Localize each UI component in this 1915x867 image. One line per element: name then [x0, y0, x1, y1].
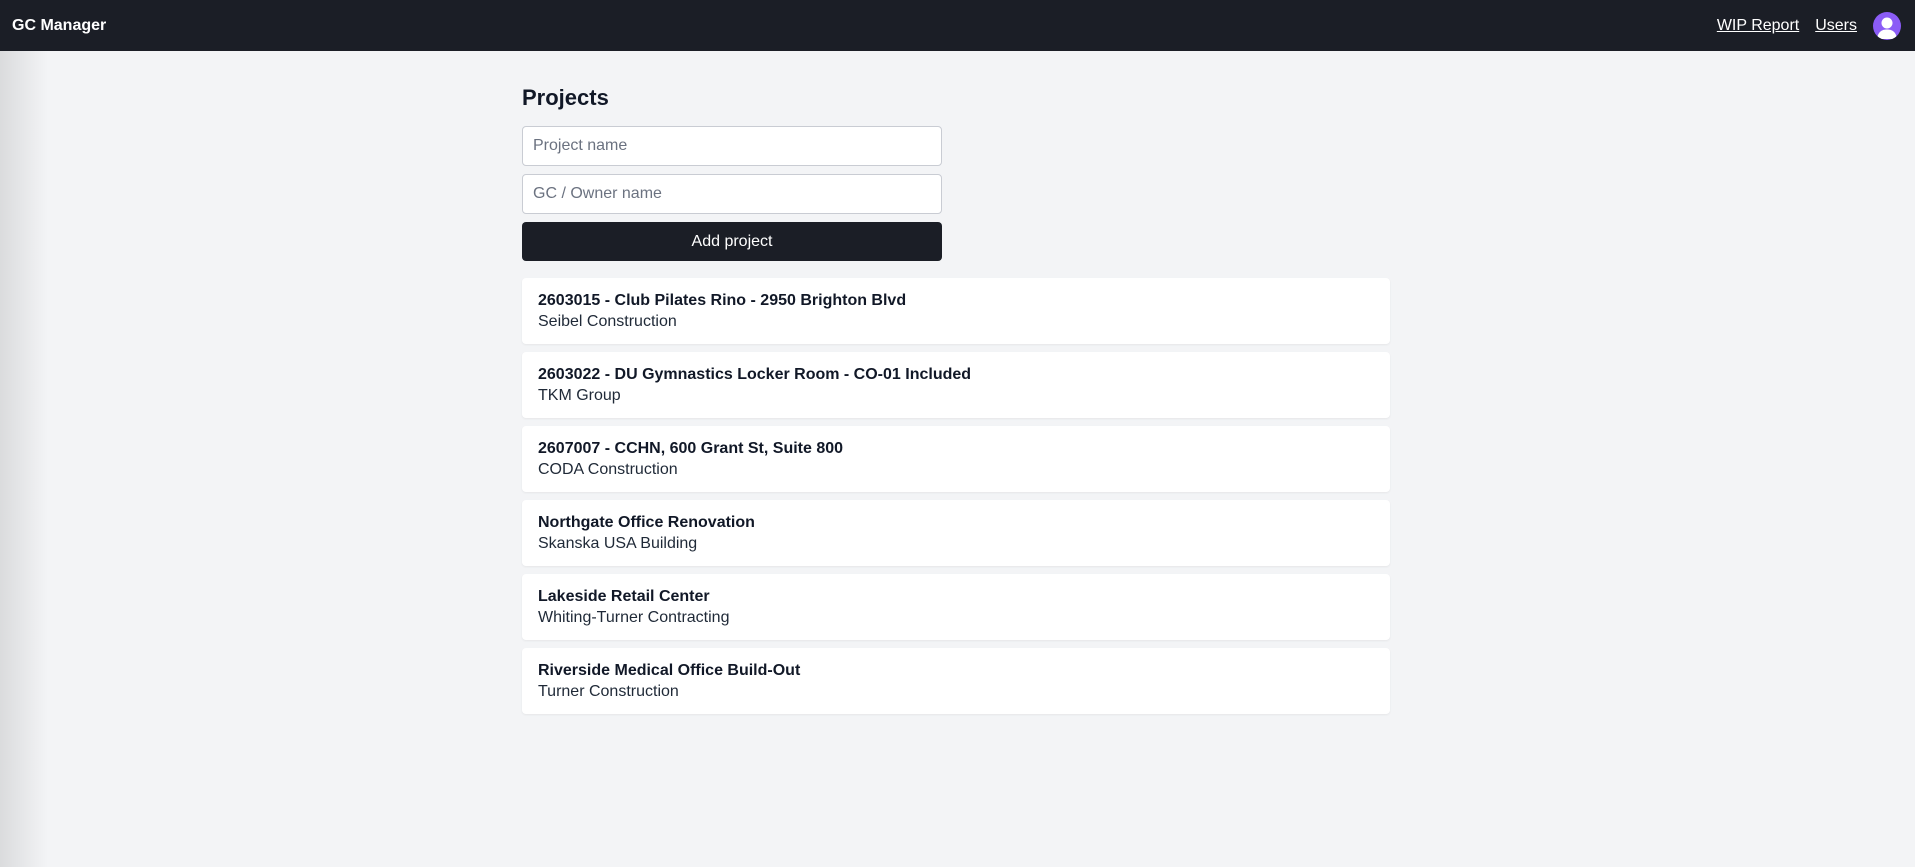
project-card[interactable]: 2603022 - DU Gymnastics Locker Room - CO… — [522, 352, 1390, 418]
nav-link-users[interactable]: Users — [1815, 17, 1857, 35]
left-edge-shadow — [0, 51, 48, 867]
project-name-input[interactable] — [522, 126, 942, 166]
project-card[interactable]: Lakeside Retail Center Whiting-Turner Co… — [522, 574, 1390, 640]
project-owner: Turner Construction — [538, 683, 679, 700]
project-name: Northgate Office Renovation — [538, 514, 755, 531]
project-owner: CODA Construction — [538, 461, 678, 478]
app-brand[interactable]: GC Manager — [12, 17, 106, 35]
page-title: Projects — [522, 85, 609, 110]
project-owner: TKM Group — [538, 387, 621, 404]
project-name: 2607007 - CCHN, 600 Grant St, Suite 800 — [538, 440, 844, 457]
top-navbar: GC Manager WIP Report Users — [0, 0, 1915, 51]
project-owner: Seibel Construction — [538, 313, 677, 330]
project-owner: Whiting-Turner Contracting — [538, 609, 730, 626]
projects-page: Projects Add project 2603015 - Club Pila… — [522, 84, 1390, 722]
nav-links: WIP Report Users — [1717, 11, 1903, 40]
project-name: 2603015 - Club Pilates Rino - 2950 Brigh… — [538, 292, 907, 309]
project-name: 2603022 - DU Gymnastics Locker Room - CO… — [538, 366, 972, 383]
nav-link-wip-report[interactable]: WIP Report — [1717, 17, 1799, 35]
project-card[interactable]: 2603015 - Club Pilates Rino - 2950 Brigh… — [522, 278, 1390, 344]
add-project-form: Add project — [522, 126, 942, 261]
project-name: Lakeside Retail Center — [538, 588, 710, 605]
owner-name-input[interactable] — [522, 174, 942, 214]
project-card[interactable]: Riverside Medical Office Build-Out Turne… — [522, 648, 1390, 714]
project-card[interactable]: 2607007 - CCHN, 600 Grant St, Suite 800 … — [522, 426, 1390, 492]
project-name: Riverside Medical Office Build-Out — [538, 662, 801, 679]
project-card[interactable]: Northgate Office Renovation Skanska USA … — [522, 500, 1390, 566]
project-owner: Skanska USA Building — [538, 535, 698, 552]
add-project-button[interactable]: Add project — [522, 222, 942, 261]
user-avatar-icon — [1877, 17, 1897, 39]
project-list: 2603015 - Club Pilates Rino - 2950 Brigh… — [522, 278, 1390, 714]
user-avatar-button[interactable] — [1873, 11, 1901, 40]
